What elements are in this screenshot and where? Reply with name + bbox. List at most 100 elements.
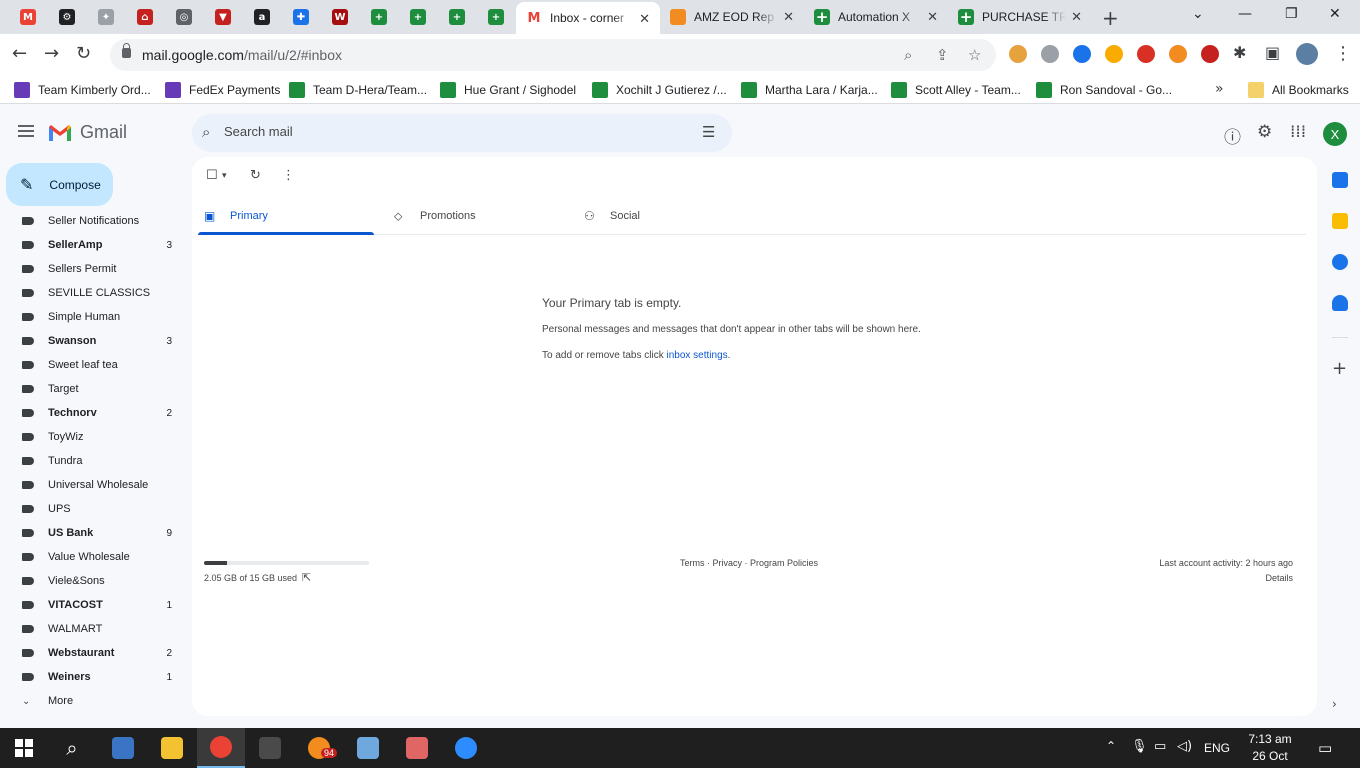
label-item[interactable]: UPS (0, 497, 186, 521)
calculator-app[interactable] (246, 728, 294, 768)
search-bar[interactable]: ⌕ ☰ (192, 114, 732, 152)
pinned-tab[interactable]: a (250, 5, 274, 29)
url-text[interactable]: mail.google.com/mail/u/2/#inbox (142, 47, 342, 63)
clock[interactable]: 7:13 am 26 Oct 2023 (1240, 731, 1300, 768)
tray-overflow-icon[interactable]: ⌃ (1106, 739, 1116, 753)
search-input[interactable] (224, 124, 684, 139)
tab-primary[interactable]: ▣ Primary (204, 197, 268, 235)
zoom-app[interactable] (442, 728, 490, 768)
label-item[interactable]: WALMART (0, 617, 186, 641)
label-item[interactable]: Sweet leaf tea (0, 353, 186, 377)
profile-avatar[interactable] (1296, 43, 1318, 65)
label-item[interactable]: Webstaurant 2 (0, 641, 186, 665)
language-indicator[interactable]: ENG (1204, 741, 1230, 755)
zoom-icon[interactable]: ⌕ (904, 46, 912, 64)
extension-icon[interactable] (1201, 45, 1219, 63)
bookmark-item[interactable]: Team Kimberly Ord... (14, 82, 151, 98)
more-options-icon[interactable]: ⋮ (282, 168, 295, 183)
browser-tab[interactable]: AMZ EOD Rep ✕ (660, 0, 804, 34)
start-button[interactable] (0, 728, 48, 768)
folder-app[interactable] (148, 728, 196, 768)
label-item[interactable]: SEVILLE CLASSICS (0, 281, 186, 305)
all-bookmarks[interactable]: All Bookmarks (1248, 82, 1349, 98)
label-item[interactable]: Swanson 3 (0, 329, 186, 353)
compose-button[interactable]: ✎ Compose (6, 163, 113, 206)
share-icon[interactable]: ⇪ (936, 46, 949, 64)
tasks-icon[interactable] (1332, 254, 1348, 270)
pinned-tab[interactable]: ▼ (211, 5, 235, 29)
pinned-tab[interactable]: + (484, 5, 508, 29)
telegram-app[interactable]: 94 (295, 728, 343, 768)
bookmark-item[interactable]: Scott Alley - Team... (891, 82, 1021, 98)
select-dropdown-icon[interactable]: ▾ (222, 171, 227, 181)
bookmarks-overflow-icon[interactable]: » (1215, 81, 1224, 97)
account-avatar[interactable]: X (1323, 122, 1347, 146)
label-item[interactable]: Technorv 2 (0, 401, 186, 425)
tab-social[interactable]: ⚇ Social (584, 197, 640, 235)
extension-icon[interactable] (1073, 45, 1091, 63)
open-in-new-icon[interactable]: ⇱ (302, 571, 311, 584)
pinned-tab[interactable]: + (367, 5, 391, 29)
forward-icon[interactable]: → (44, 43, 59, 64)
extension-icon[interactable] (1169, 45, 1187, 63)
more-labels-button[interactable]: ⌄ More (0, 689, 186, 713)
pinned-tab[interactable]: M (16, 5, 40, 29)
pinned-tab[interactable]: ✦ (94, 5, 118, 29)
address-bar[interactable]: mail.google.com/mail/u/2/#inbox ⌕ ⇪ ☆ (110, 39, 996, 71)
close-tab-icon[interactable]: ✕ (1071, 10, 1082, 25)
footer-links[interactable]: Terms · Privacy · Program Policies (680, 558, 818, 568)
label-item[interactable]: Seller Notifications (0, 212, 186, 233)
chrome-app[interactable] (197, 728, 245, 768)
paint-app[interactable] (344, 728, 392, 768)
tab-search-icon[interactable]: ⌄ (1192, 6, 1204, 22)
label-item[interactable]: Viele&Sons (0, 569, 186, 593)
inbox-settings-link[interactable]: inbox settings (667, 350, 728, 361)
close-tab-icon[interactable]: ✕ (639, 12, 650, 27)
bookmark-item[interactable]: Ron Sandoval - Go... (1036, 82, 1172, 98)
pinned-tab[interactable]: + (445, 5, 469, 29)
browser-tab[interactable]: Automation X ✕ (804, 0, 948, 34)
volume-icon[interactable]: ◁) (1177, 739, 1192, 754)
new-tab-button[interactable]: + (1102, 6, 1119, 30)
contacts-icon[interactable] (1332, 295, 1348, 311)
close-window-button[interactable]: ✕ (1329, 6, 1341, 22)
bookmark-item[interactable]: Xochilt J Gutierez /... (592, 82, 727, 98)
bookmark-item[interactable]: Martha Lara / Karja... (741, 82, 878, 98)
minimize-button[interactable]: — (1238, 6, 1252, 22)
details-link[interactable]: Details (1265, 573, 1293, 583)
side-panel-icon[interactable]: ▣ (1265, 43, 1280, 62)
add-addon-icon[interactable]: + (1332, 360, 1348, 378)
label-item[interactable]: Target (0, 377, 186, 401)
label-item[interactable]: Weiners 1 (0, 665, 186, 689)
label-item[interactable]: VITACOST 1 (0, 593, 186, 617)
pinned-tab[interactable]: + (406, 5, 430, 29)
search-icon[interactable]: ⌕ (202, 123, 210, 141)
extension-icon[interactable] (1105, 45, 1123, 63)
notifications-icon[interactable]: ▭ (1318, 739, 1332, 757)
search-taskbar-icon[interactable]: ⌕ (48, 728, 96, 768)
pinned-tab[interactable]: ⌂ (133, 5, 157, 29)
pinned-tab[interactable]: W (328, 5, 352, 29)
gmail-logo[interactable]: Gmail (48, 122, 127, 143)
browser-tab[interactable]: PURCHASE TR ✕ (948, 0, 1092, 34)
browser-tab[interactable]: M Inbox - corner ✕ (516, 2, 660, 34)
bookmark-item[interactable]: Hue Grant / Sighodel (440, 82, 576, 98)
snipping-tool-app[interactable] (393, 728, 441, 768)
search-options-icon[interactable]: ☰ (702, 123, 715, 141)
reload-icon[interactable]: ↻ (76, 43, 91, 64)
keep-icon[interactable] (1332, 213, 1348, 229)
close-tab-icon[interactable]: ✕ (783, 10, 794, 25)
label-item[interactable]: Universal Wholesale (0, 473, 186, 497)
label-item[interactable]: Tundra (0, 449, 186, 473)
menu-dots-icon[interactable]: ⋮ (1334, 43, 1352, 64)
label-item[interactable]: US Bank 9 (0, 521, 186, 545)
file-explorer-app[interactable] (99, 728, 147, 768)
select-all-checkbox[interactable]: ☐ (206, 168, 218, 183)
google-apps-icon[interactable]: ⁞⁞⁞ (1290, 122, 1306, 142)
extension-icon[interactable] (1009, 45, 1027, 63)
extension-icon[interactable] (1041, 45, 1059, 63)
label-item[interactable]: Value Wholesale (0, 545, 186, 569)
main-menu-icon[interactable] (18, 125, 34, 137)
lock-icon[interactable] (122, 43, 131, 58)
label-item[interactable]: Sellers Permit (0, 257, 186, 281)
